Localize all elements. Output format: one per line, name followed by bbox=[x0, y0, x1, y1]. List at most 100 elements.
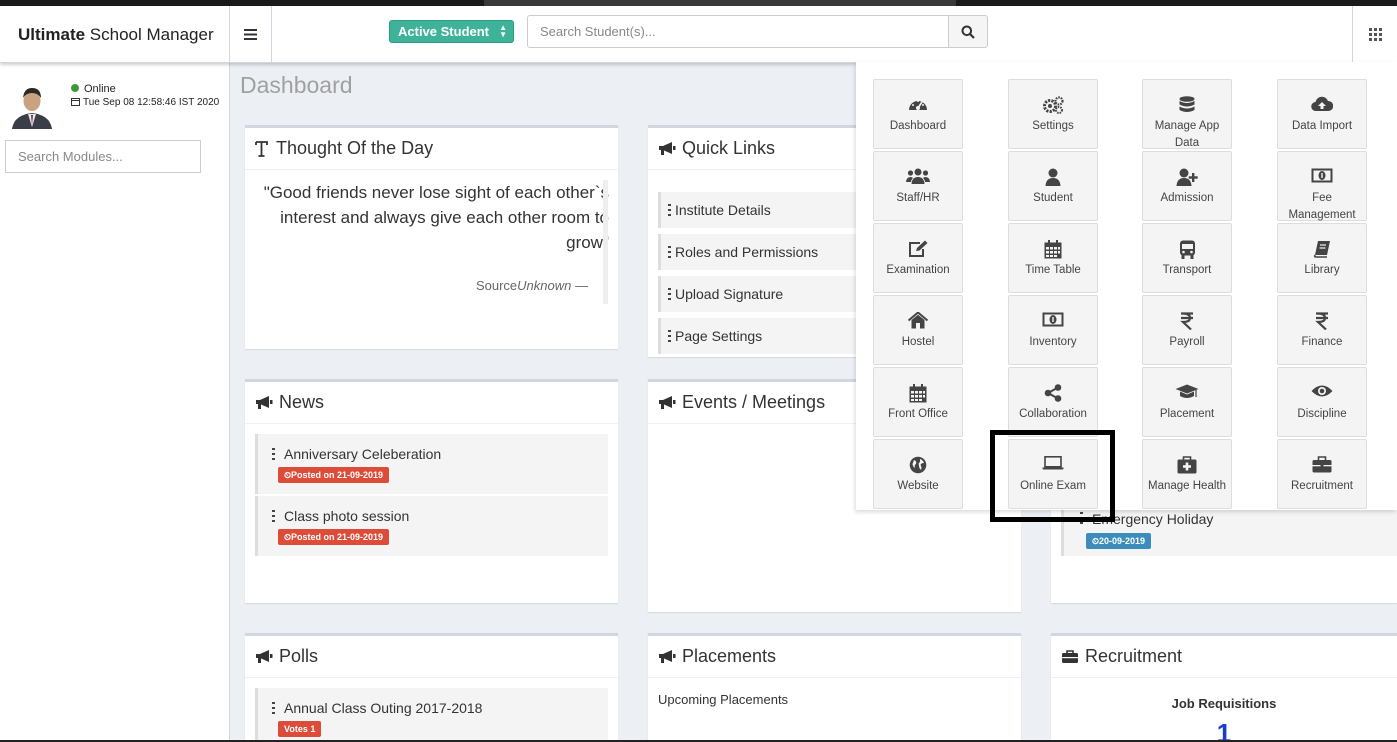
app-logo[interactable]: Ultimate School Manager bbox=[0, 6, 230, 63]
module-admission[interactable]: Admission bbox=[1142, 151, 1232, 221]
quote-source: SourceUnknown — bbox=[475, 278, 588, 293]
thought-box: Thought Of the Day "Good friends never l… bbox=[245, 125, 618, 349]
user-icon bbox=[1045, 168, 1061, 186]
news-item[interactable]: Anniversary Celeberation ⏲Posted on 21-0… bbox=[255, 434, 608, 494]
money-icon bbox=[1042, 312, 1064, 327]
module-discipline[interactable]: Discipline bbox=[1277, 367, 1367, 437]
header: Ultimate School Manager Active Student ▲… bbox=[0, 6, 1397, 63]
news-title: News bbox=[255, 392, 324, 413]
quote-scrollbar[interactable] bbox=[603, 180, 608, 304]
drag-handle-icon bbox=[668, 204, 671, 216]
share-icon bbox=[1044, 384, 1062, 402]
rupee-icon bbox=[1315, 312, 1328, 330]
eye-icon bbox=[1311, 385, 1333, 397]
posted-badge: ⏲Posted on 21-09-2019 bbox=[278, 467, 390, 483]
module-collaboration[interactable]: Collaboration bbox=[1008, 367, 1098, 437]
votes-badge: Votes 1 bbox=[278, 721, 322, 737]
current-datetime: Tue Sep 08 12:58:46 IST 2020 bbox=[71, 97, 219, 108]
bullhorn-icon bbox=[659, 650, 676, 663]
globe-icon bbox=[909, 456, 927, 474]
module-dashboard[interactable]: Dashboard bbox=[873, 79, 963, 149]
student-search-input[interactable] bbox=[527, 15, 949, 48]
polls-box: Polls Annual Class Outing 2017-2018 Vote… bbox=[245, 633, 618, 742]
placements-subtitle: Upcoming Placements bbox=[658, 692, 789, 707]
poll-item[interactable]: Annual Class Outing 2017-2018 Votes 1 bbox=[255, 688, 608, 742]
placements-box: Placements Upcoming Placements bbox=[648, 633, 1021, 742]
dashboard-icon bbox=[909, 100, 927, 110]
cloud-upload-icon bbox=[1311, 96, 1333, 112]
module-hostel[interactable]: Hostel bbox=[873, 295, 963, 365]
student-status-select[interactable]: Active Student ▲ ▼ bbox=[389, 20, 514, 43]
quick-link-item[interactable]: Upload Signature bbox=[658, 276, 878, 312]
news-item[interactable]: Class photo session ⏲Posted on 21-09-201… bbox=[255, 496, 608, 556]
module-manage-health[interactable]: Manage Health bbox=[1142, 439, 1232, 509]
thought-title: Thought Of the Day bbox=[255, 138, 433, 159]
bus-icon bbox=[1179, 240, 1195, 259]
home-icon bbox=[908, 312, 928, 329]
module-payroll[interactable]: Payroll bbox=[1142, 295, 1232, 365]
polls-title: Polls bbox=[255, 646, 318, 667]
calendar-icon bbox=[1044, 240, 1062, 259]
drag-handle-icon bbox=[272, 510, 275, 522]
page-title: Dashboard bbox=[240, 72, 353, 98]
text-height-icon bbox=[255, 140, 268, 157]
module-front-office[interactable]: Front Office bbox=[873, 367, 963, 437]
recruitment-title: Recruitment bbox=[1061, 646, 1182, 667]
module-settings[interactable]: Settings bbox=[1008, 79, 1098, 149]
drag-handle-icon bbox=[668, 246, 671, 258]
calendar-icon bbox=[909, 384, 927, 403]
job-requisitions-label: Job Requisitions bbox=[1171, 696, 1277, 711]
module-inventory[interactable]: Inventory bbox=[1008, 295, 1098, 365]
grid-icon bbox=[1368, 28, 1382, 41]
rupee-icon bbox=[1180, 312, 1193, 330]
search-button[interactable] bbox=[948, 15, 988, 48]
select-arrows-icon: ▲ ▼ bbox=[499, 23, 507, 39]
module-fee-management[interactable]: Fee Management bbox=[1277, 151, 1367, 221]
avatar[interactable] bbox=[10, 83, 54, 129]
posted-badge: ⏲Posted on 21-09-2019 bbox=[278, 529, 390, 545]
module-staff-hr[interactable]: Staff/HR bbox=[873, 151, 963, 221]
module-website[interactable]: Website bbox=[873, 439, 963, 509]
bullhorn-icon bbox=[659, 142, 676, 155]
events-title: Events / Meetings bbox=[658, 392, 825, 413]
medkit-icon bbox=[1177, 456, 1197, 474]
date-badge: ⏲20-09-2019 bbox=[1086, 533, 1152, 549]
module-student[interactable]: Student bbox=[1008, 151, 1098, 221]
menu-toggle-button[interactable] bbox=[230, 6, 272, 63]
module-transport[interactable]: Transport bbox=[1142, 223, 1232, 293]
quick-link-item[interactable]: Page Settings bbox=[658, 318, 878, 354]
online-status: Online bbox=[71, 83, 116, 95]
module-manage-app-data[interactable]: Manage App Data bbox=[1142, 79, 1232, 149]
drag-handle-icon bbox=[272, 702, 275, 714]
apps-grid-button[interactable] bbox=[1352, 6, 1397, 63]
module-time-table[interactable]: Time Table bbox=[1008, 223, 1098, 293]
module-data-import[interactable]: Data Import bbox=[1277, 79, 1367, 149]
job-requisitions-count[interactable]: 1 bbox=[1051, 718, 1397, 742]
drag-handle-icon bbox=[668, 288, 671, 300]
status-dot-icon bbox=[71, 84, 79, 92]
online-exam-highlight bbox=[990, 430, 1115, 522]
bullhorn-icon bbox=[659, 396, 676, 409]
news-box: News Anniversary Celeberation ⏲Posted on… bbox=[245, 379, 618, 603]
module-library[interactable]: Library bbox=[1277, 223, 1367, 293]
briefcase-icon bbox=[1062, 650, 1078, 663]
placements-title: Placements bbox=[658, 646, 776, 667]
search-icon bbox=[961, 25, 975, 39]
bullhorn-icon bbox=[256, 396, 273, 409]
quick-link-item[interactable]: Roles and Permissions bbox=[658, 234, 878, 270]
hamburger-icon bbox=[244, 29, 257, 40]
thought-quote: "Good friends never lose sight of each o… bbox=[263, 183, 609, 252]
module-recruitment[interactable]: Recruitment bbox=[1277, 439, 1367, 509]
modules-panel: Dashboard Settings Manage App Data Data … bbox=[856, 62, 1397, 510]
quick-links-title: Quick Links bbox=[658, 138, 775, 159]
module-examination[interactable]: Examination bbox=[873, 223, 963, 293]
quick-link-item[interactable]: Institute Details bbox=[658, 192, 878, 228]
module-search-input[interactable] bbox=[5, 140, 201, 173]
drag-handle-icon bbox=[668, 330, 671, 342]
money-icon bbox=[1311, 168, 1333, 183]
database-icon bbox=[1179, 96, 1195, 112]
edit-icon bbox=[909, 240, 928, 257]
module-finance[interactable]: Finance bbox=[1277, 295, 1367, 365]
briefcase-icon bbox=[1312, 456, 1332, 473]
module-placement[interactable]: Placement bbox=[1142, 367, 1232, 437]
